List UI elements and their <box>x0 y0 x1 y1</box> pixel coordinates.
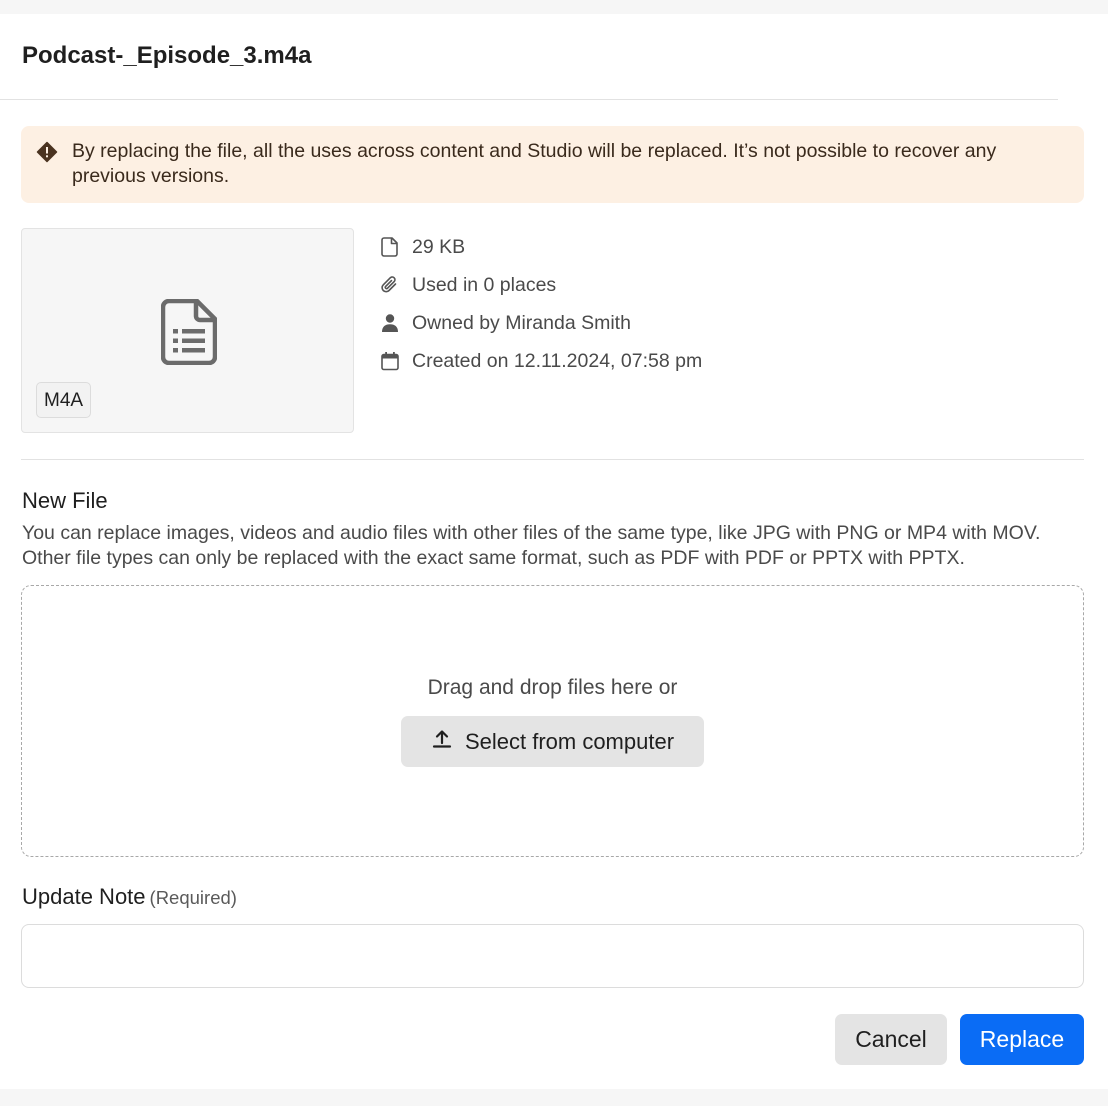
usage-count: Used in 0 places <box>412 273 557 296</box>
file-dropzone[interactable]: Drag and drop files here or Select from … <box>21 585 1084 857</box>
calendar-icon <box>380 351 400 371</box>
new-file-description: You can replace images, videos and audio… <box>22 522 1041 569</box>
file-size: 29 KB <box>412 235 466 258</box>
update-note-input[interactable] <box>21 924 1084 988</box>
section-divider <box>21 459 1084 460</box>
select-from-computer-button[interactable]: Select from computer <box>401 716 704 767</box>
meta-size: 29 KB <box>380 228 702 266</box>
warning-text: By replacing the file, all the uses acro… <box>72 140 997 187</box>
new-file-heading: New File <box>22 488 108 513</box>
meta-owner: Owned by Miranda Smith <box>380 304 702 342</box>
update-note-title: Update Note <box>22 884 146 909</box>
user-icon <box>380 313 400 333</box>
replace-button[interactable]: Replace <box>960 1014 1084 1065</box>
warning-banner: By replacing the file, all the uses acro… <box>21 126 1084 203</box>
select-button-label: Select from computer <box>464 728 675 754</box>
cancel-button[interactable]: Cancel <box>835 1014 947 1065</box>
warning-diamond-icon <box>36 141 58 163</box>
required-indicator: (Required) <box>149 887 237 908</box>
replace-file-dialog: Podcast-_Episode_3.m4a By replacing the … <box>0 14 1108 1089</box>
dropzone-text: Drag and drop files here or <box>427 676 678 699</box>
owner-name: Owned by Miranda Smith <box>412 311 631 334</box>
update-note-label: Update Note (Required) <box>22 883 237 912</box>
file-preview: M4A <box>21 228 354 433</box>
file-type-badge: M4A <box>36 382 92 418</box>
meta-created: Created on 12.11.2024, 07:58 pm <box>380 342 702 380</box>
document-icon <box>160 298 218 366</box>
created-date: Created on 12.11.2024, 07:58 pm <box>412 349 703 372</box>
file-meta-list: 29 KB Used in 0 places Owned by Miranda … <box>380 228 702 380</box>
dialog-title: Podcast-_Episode_3.m4a <box>22 42 312 69</box>
meta-usage: Used in 0 places <box>380 266 702 304</box>
file-icon <box>380 237 400 257</box>
paperclip-icon <box>380 275 400 295</box>
header-divider <box>0 99 1058 100</box>
upload-icon <box>431 728 453 756</box>
